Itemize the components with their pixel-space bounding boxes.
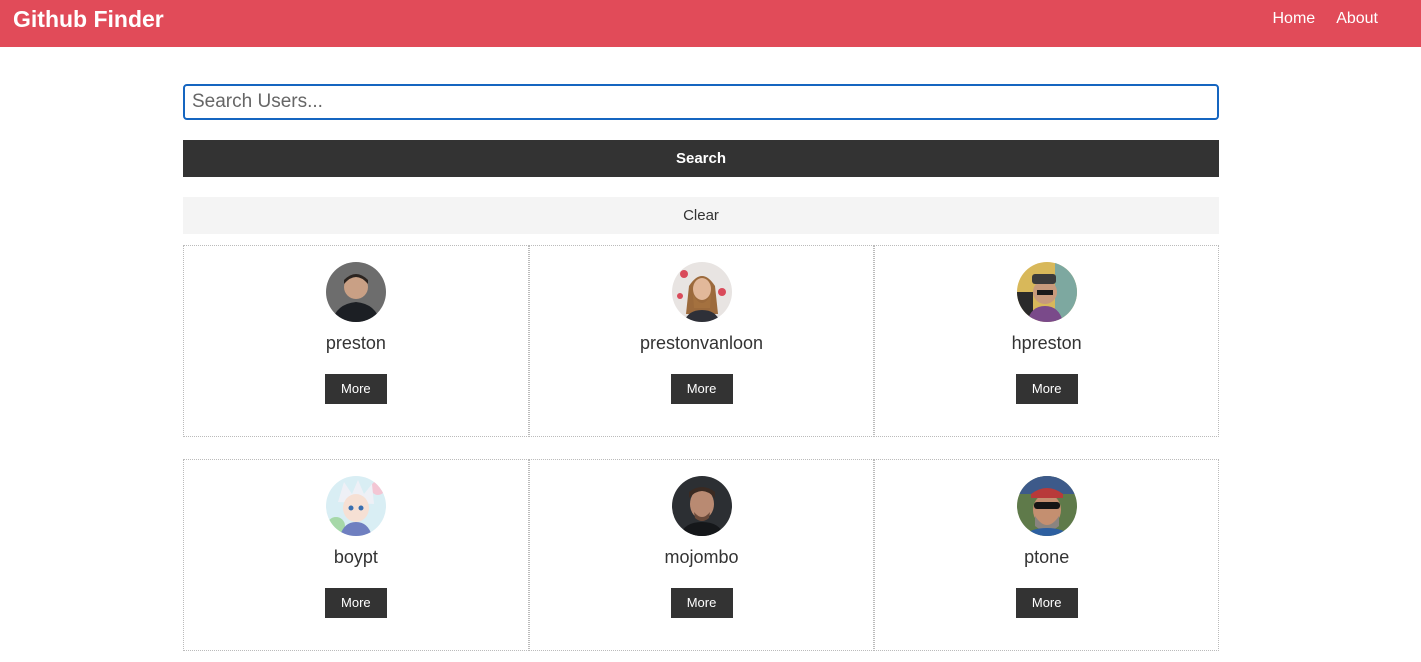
home-link[interactable]: Home bbox=[1273, 10, 1316, 27]
user-card: mojombo More bbox=[528, 459, 875, 651]
more-button[interactable]: More bbox=[670, 588, 733, 618]
username: hpreston bbox=[1011, 333, 1082, 353]
nav-links: Home About bbox=[1273, 10, 1379, 28]
username: ptone bbox=[1024, 547, 1070, 567]
brand-title[interactable]: Github Finder bbox=[13, 7, 164, 31]
username: boypt bbox=[333, 547, 378, 567]
user-avatar bbox=[671, 476, 732, 536]
search-form: Search Clear bbox=[183, 84, 1219, 234]
user-card: ptone More bbox=[874, 459, 1220, 651]
more-button[interactable]: More bbox=[670, 374, 733, 404]
about-link[interactable]: About bbox=[1336, 10, 1378, 27]
user-card: preston More bbox=[183, 245, 529, 437]
more-button[interactable]: More bbox=[324, 588, 387, 618]
username: prestonvanloon bbox=[639, 333, 764, 353]
more-button[interactable]: More bbox=[1015, 588, 1078, 618]
user-avatar bbox=[671, 262, 732, 322]
search-button[interactable]: Search bbox=[183, 140, 1219, 177]
user-card: prestonvanloon More bbox=[528, 245, 875, 437]
nav-item-about: About bbox=[1336, 10, 1378, 28]
username: mojombo bbox=[664, 547, 739, 567]
user-card: boypt More bbox=[183, 459, 529, 651]
search-input[interactable] bbox=[183, 84, 1219, 120]
clear-button[interactable]: Clear bbox=[183, 197, 1219, 234]
username: preston bbox=[325, 333, 386, 353]
users-row-1: preston More prestonvanloon More hpresto… bbox=[183, 245, 1220, 437]
nav-item-home: Home bbox=[1273, 10, 1316, 28]
user-card: hpreston More bbox=[874, 245, 1220, 437]
more-button[interactable]: More bbox=[1015, 374, 1078, 404]
user-avatar bbox=[325, 476, 386, 536]
users-row-2: boypt More mojombo More ptone More bbox=[183, 459, 1220, 651]
user-avatar bbox=[1016, 476, 1077, 536]
navbar: Github Finder Home About bbox=[0, 0, 1421, 47]
user-avatar bbox=[325, 262, 386, 322]
user-avatar bbox=[1016, 262, 1077, 322]
more-button[interactable]: More bbox=[324, 374, 387, 404]
